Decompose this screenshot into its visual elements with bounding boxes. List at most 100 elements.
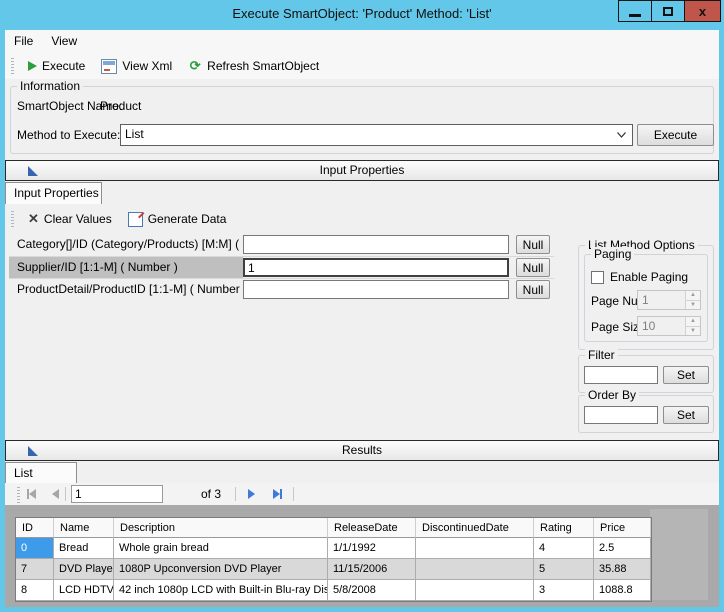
grid-cell[interactable]: Whole grain bread (114, 538, 328, 559)
first-page-icon (29, 489, 36, 499)
grid-cell[interactable]: LCD HDTV (54, 580, 114, 601)
toolbar-grip[interactable] (11, 58, 14, 74)
previous-page-icon (52, 489, 59, 499)
view-xml-button[interactable]: View Xml (93, 55, 180, 77)
last-page-icon (273, 489, 280, 499)
grid-cell[interactable]: 3 (534, 580, 594, 601)
spin-up-icon[interactable]: ▲ (685, 317, 700, 326)
enable-paging-checkbox[interactable] (591, 271, 604, 284)
grid-cell[interactable]: 4 (534, 538, 594, 559)
grid-cell[interactable] (416, 580, 534, 601)
grid-cell[interactable]: 1/1/1992 (328, 538, 416, 559)
execute-toolbar-label: Execute (42, 59, 85, 73)
input-properties-section-header[interactable]: Input Properties (5, 160, 719, 181)
maximize-icon (663, 7, 673, 16)
clear-values-label: Clear Values (44, 212, 112, 226)
next-page-icon (248, 489, 255, 499)
grid-cell[interactable]: 11/15/2006 (328, 559, 416, 580)
null-button[interactable]: Null (516, 235, 550, 254)
grid-cell[interactable]: 35.88 (594, 559, 651, 580)
grid-column-header[interactable]: Price (594, 518, 651, 538)
xml-document-icon (101, 59, 117, 74)
grid-cell[interactable]: 8 (16, 580, 54, 601)
tab-input-properties[interactable]: Input Properties (5, 182, 102, 204)
pager-grip[interactable] (17, 487, 20, 503)
spin-down-icon[interactable]: ▼ (685, 326, 700, 336)
method-to-execute-label: Method to Execute: (17, 128, 120, 142)
clear-values-button[interactable]: ✕ Clear Values (20, 208, 120, 230)
execute-toolbar-button[interactable]: Execute (20, 55, 93, 77)
spin-up-icon[interactable]: ▲ (685, 291, 700, 300)
generate-data-icon (128, 212, 143, 227)
grid-column-header[interactable]: ReleaseDate (328, 518, 416, 538)
generate-data-label: Generate Data (148, 212, 227, 226)
next-page-button[interactable] (241, 486, 261, 502)
execute-method-button[interactable]: Execute (637, 124, 714, 146)
grid-column-header[interactable]: Description (114, 518, 328, 538)
input-property-value-input[interactable] (243, 280, 509, 299)
view-xml-label: View Xml (122, 59, 172, 73)
previous-page-button[interactable] (45, 486, 65, 502)
generate-data-button[interactable]: Generate Data (120, 208, 235, 230)
grid-cell[interactable]: 1080P Upconversion DVD Player (114, 559, 328, 580)
grid-cell[interactable]: 1088.8 (594, 580, 651, 601)
grid-cell[interactable]: 42 inch 1080p LCD with Built-in Blu-ray … (114, 580, 328, 601)
menu-bar: File View (5, 30, 719, 53)
grid-cell[interactable]: 0 (16, 538, 54, 559)
grid-row: 8LCD HDTV42 inch 1080p LCD with Built-in… (16, 580, 651, 601)
input-property-rows: Category[]/ID (Category/Products) [M:M] … (9, 234, 554, 300)
grid-cell[interactable]: DVD Player (54, 559, 114, 580)
results-pager: of 3 (5, 483, 719, 505)
page-number-spinner[interactable]: 1 ▲▼ (637, 290, 701, 310)
input-property-value-input[interactable] (243, 235, 509, 254)
grid-cell[interactable]: 5/8/2008 (328, 580, 416, 601)
minimize-button[interactable] (618, 0, 652, 22)
grid-row: 7DVD Player1080P Upconversion DVD Player… (16, 559, 651, 580)
grid-column-header[interactable]: Name (54, 518, 114, 538)
first-page-button[interactable] (21, 486, 41, 502)
grid-cell[interactable] (416, 559, 534, 580)
grid-column-header[interactable]: DiscontinuedDate (416, 518, 534, 538)
results-section-header[interactable]: Results (5, 440, 719, 461)
close-button[interactable]: x (684, 0, 721, 22)
page-size-spinner[interactable]: 10 ▲▼ (637, 316, 701, 336)
pager-separator (65, 487, 66, 501)
filter-set-button[interactable]: Set (663, 366, 709, 384)
input-property-value-input[interactable] (243, 258, 509, 277)
order-by-input[interactable] (584, 406, 658, 424)
null-button[interactable]: Null (516, 258, 550, 277)
collapse-icon[interactable] (28, 166, 38, 176)
last-page-button[interactable] (267, 486, 287, 502)
grid-cell[interactable]: 5 (534, 559, 594, 580)
spin-down-icon[interactable]: ▼ (685, 300, 700, 310)
title-bar[interactable]: Execute SmartObject: 'Product' Method: '… (0, 0, 724, 30)
order-by-set-button[interactable]: Set (663, 406, 709, 424)
enable-paging-label: Enable Paging (610, 270, 688, 284)
maximize-button[interactable] (651, 0, 685, 22)
input-toolbar-grip[interactable] (11, 211, 14, 227)
grid-column-header[interactable]: ID (16, 518, 54, 538)
refresh-smartobject-label: Refresh SmartObject (207, 59, 319, 73)
order-by-group: Order By Set (578, 395, 714, 433)
tab-list-results[interactable]: List Results (5, 462, 77, 483)
grid-cell[interactable]: 2.5 (594, 538, 651, 559)
window: Execute SmartObject: 'Product' Method: '… (0, 0, 724, 612)
menu-view[interactable]: View (42, 30, 86, 53)
grid-cell[interactable]: 7 (16, 559, 54, 580)
page-number-value: 1 (638, 291, 685, 309)
null-button[interactable]: Null (516, 280, 550, 299)
grid-unused-column-area (650, 509, 708, 600)
method-combobox[interactable]: List (120, 124, 633, 146)
client-area: File View Execute View Xml ⟳ Refresh Sma… (5, 30, 719, 607)
results-grid-area: IDNameDescriptionReleaseDateDiscontinued… (5, 505, 719, 607)
input-property-row: Supplier/ID [1:1-M] ( Number )Null (9, 256, 554, 278)
menu-file[interactable]: File (5, 30, 42, 53)
filter-input[interactable] (584, 366, 658, 384)
window-title: Execute SmartObject: 'Product' Method: '… (0, 6, 724, 21)
grid-column-header[interactable]: Rating (534, 518, 594, 538)
collapse-icon[interactable] (28, 446, 38, 456)
refresh-smartobject-button[interactable]: ⟳ Refresh SmartObject (180, 55, 327, 77)
grid-cell[interactable] (416, 538, 534, 559)
current-page-input[interactable] (71, 485, 163, 503)
grid-cell[interactable]: Bread (54, 538, 114, 559)
